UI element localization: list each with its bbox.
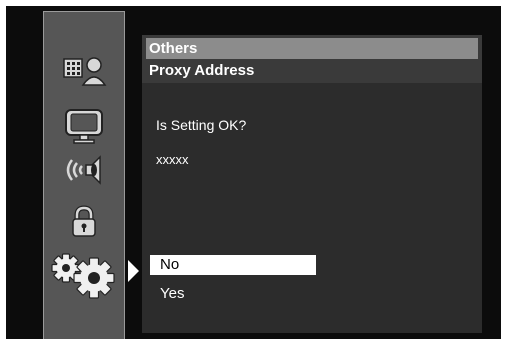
sidebar-item-audio[interactable] — [44, 148, 124, 192]
display-monitor-icon — [65, 109, 103, 144]
sidebar-item-others[interactable] — [44, 248, 124, 302]
proxy-address-value: xxxxx — [156, 152, 189, 167]
page-subtitle: Proxy Address — [149, 62, 255, 79]
osd-screen: Others Proxy Address Is Setting OK? xxxx… — [6, 6, 501, 339]
sidebar-item-media[interactable] — [44, 48, 124, 92]
confirm-prompt: Is Setting OK? — [156, 117, 247, 133]
settings-panel: Others Proxy Address Is Setting OK? xxxx… — [142, 35, 482, 333]
speaker-sound-icon — [66, 155, 101, 185]
option-no-button[interactable]: No — [150, 255, 316, 275]
media-info-icon — [63, 57, 107, 86]
lock-icon — [72, 205, 96, 237]
sidebar-item-parental-lock[interactable] — [44, 200, 124, 244]
settings-gears-icon — [51, 253, 115, 299]
selection-arrow-icon — [128, 260, 139, 282]
settings-sidebar — [43, 11, 125, 339]
option-yes-button[interactable]: Yes — [150, 284, 316, 304]
sidebar-item-display[interactable] — [44, 104, 124, 148]
panel-header: Others Proxy Address — [142, 35, 482, 83]
page-title: Others — [146, 38, 478, 59]
